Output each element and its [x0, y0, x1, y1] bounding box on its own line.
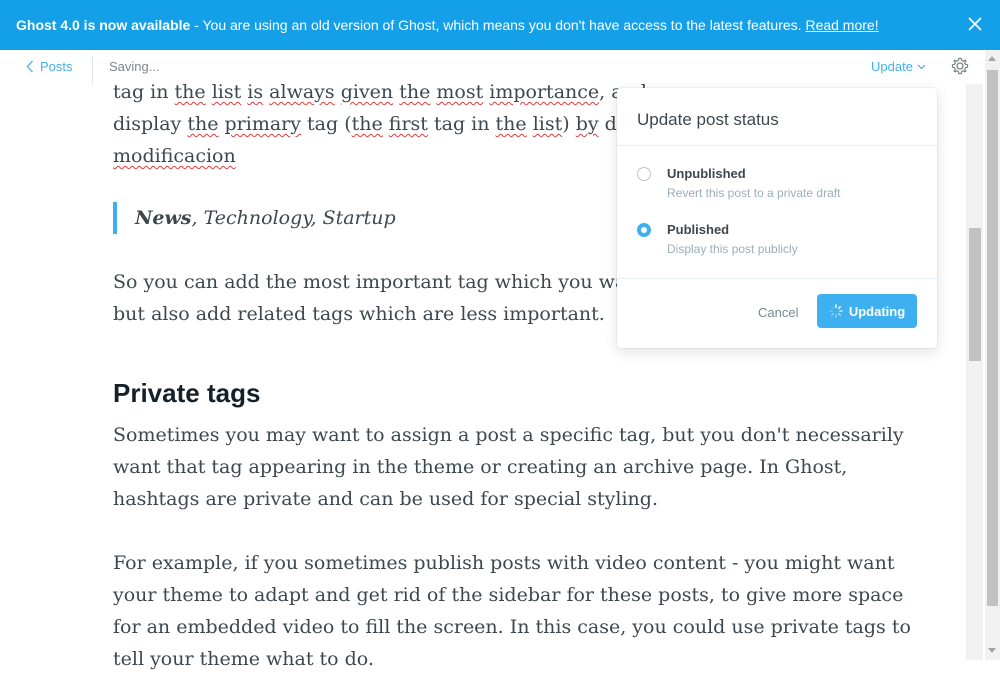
popover-divider [617, 278, 937, 279]
chevron-down-icon [917, 64, 926, 69]
spellcheck-word: the [495, 113, 527, 135]
editor-scroll-thumb[interactable] [969, 228, 981, 361]
spellcheck-word: most [436, 81, 484, 103]
paragraph-line: your theme to adapt and get rid of the s… [113, 584, 904, 606]
spellcheck-word: the [174, 81, 206, 103]
editor-scrollbar[interactable] [966, 84, 983, 660]
spellcheck-word: by [575, 113, 599, 135]
radio-unpublished[interactable] [637, 167, 651, 181]
gear-icon[interactable] [950, 56, 970, 76]
paragraph-line: Sometimes you may want to assign a post … [113, 424, 904, 446]
paragraph-line: for an embedded video to fill the screen… [113, 616, 911, 638]
spellcheck-word: list [532, 113, 563, 135]
save-status: Saving... [109, 59, 160, 74]
text-run: tag in [427, 113, 496, 135]
option-label: Unpublished [667, 166, 746, 181]
spellcheck-word: importance [489, 81, 600, 103]
banner-text: Ghost 4.0 is now available - You are usi… [16, 17, 879, 33]
banner-message: - You are using an old version of Ghost,… [190, 17, 806, 33]
editor-line: tag in the list is always given the most… [113, 76, 674, 108]
banner-title: Ghost 4.0 is now available [16, 17, 191, 33]
spellcheck-word: modificacion [113, 145, 236, 167]
toolbar-divider [92, 56, 93, 84]
update-status-popover: Update post status Unpublished Revert th… [617, 88, 937, 348]
text-run: tag ( [301, 113, 352, 135]
back-label: Posts [40, 59, 73, 74]
spellcheck-word: the [399, 81, 431, 103]
spellcheck-word: first [388, 113, 428, 135]
popover-divider [617, 145, 937, 146]
update-button-label: Updating [848, 303, 906, 319]
update-menu-button[interactable]: Update [871, 59, 926, 74]
option-label: Published [667, 222, 730, 237]
text-run: display [113, 113, 188, 135]
update-button[interactable]: Updating [817, 294, 917, 328]
paragraph-line: but also add related tags which are less… [113, 303, 605, 325]
update-label: Update [871, 59, 913, 74]
popover-title: Update post status [637, 110, 779, 129]
paragraph-line: hashtags are private and can be used for… [113, 488, 658, 510]
option-description: Revert this post to a private draft [667, 186, 841, 200]
spinner-icon [829, 304, 843, 318]
spellcheck-word: the [351, 113, 383, 135]
chevron-left-icon [26, 60, 33, 73]
spellcheck-word: the [187, 113, 219, 135]
read-more-link[interactable]: Read more! [805, 17, 878, 33]
page-scroll-thumb[interactable] [987, 70, 998, 606]
text-run: ) [562, 113, 576, 135]
editor-line: modificacion [113, 140, 236, 172]
section-heading: Private tags [113, 378, 261, 408]
spellcheck-word: is [247, 81, 264, 103]
cancel-button[interactable]: Cancel [758, 305, 798, 320]
upgrade-banner: Ghost 4.0 is now available - You are usi… [0, 0, 1000, 50]
text-run: tag in [113, 81, 175, 103]
close-icon[interactable] [966, 15, 984, 33]
blockquote-bar [113, 202, 117, 234]
radio-published[interactable] [637, 223, 651, 237]
back-to-posts-link[interactable]: Posts [26, 59, 73, 74]
blockquote-text: News, Technology, Startup [135, 202, 396, 234]
spellcheck-word: list [211, 81, 242, 103]
quote-rest: , Technology, Startup [191, 207, 396, 229]
quote-bold-tag: News [135, 207, 192, 229]
paragraph-line: tell your theme what to do. [113, 648, 374, 670]
spellcheck-word: always [269, 81, 335, 103]
editor-line: display the primary tag (the first tag i… [113, 108, 672, 140]
paragraph-line: want that tag appearing in the theme or … [113, 456, 848, 478]
spellcheck-word: primary [224, 113, 301, 135]
scroll-down-arrow[interactable] [988, 648, 996, 653]
paragraph-line: For example, if you sometimes publish po… [113, 552, 895, 574]
paragraph-line: So you can add the most important tag wh… [113, 271, 672, 293]
option-description: Display this post publicly [667, 242, 798, 256]
spellcheck-word: given [340, 81, 394, 103]
scroll-up-arrow[interactable] [988, 56, 996, 61]
